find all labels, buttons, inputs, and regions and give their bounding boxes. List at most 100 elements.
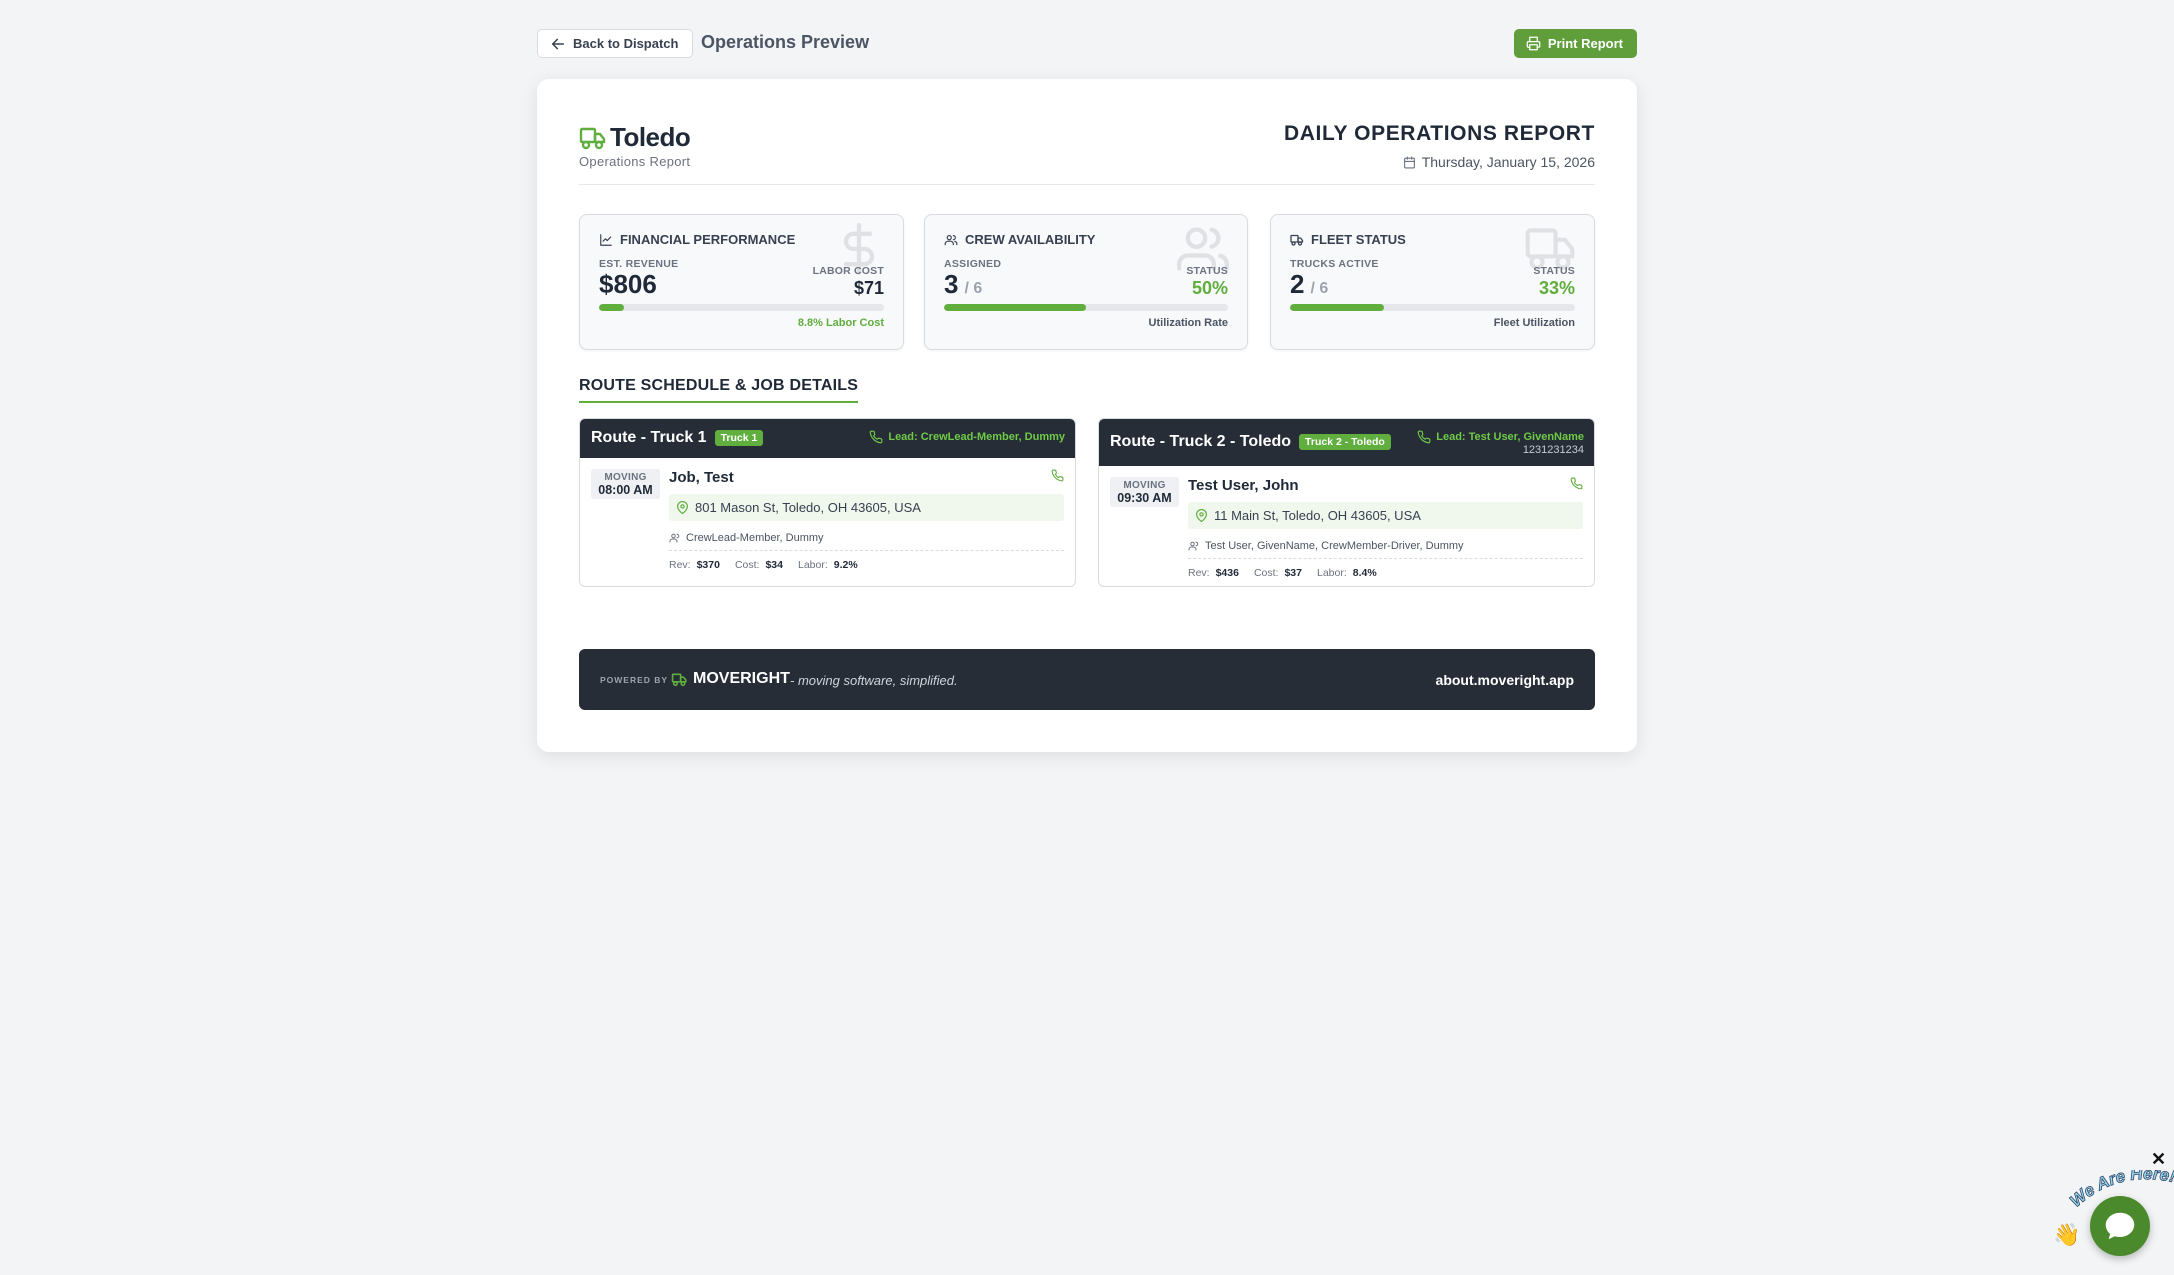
fleet-utilization-footer: Fleet Utilization	[1493, 317, 1575, 329]
cost-label: Cost:	[1253, 567, 1279, 579]
back-to-dispatch-label: Back to Dispatch	[573, 36, 679, 51]
route-header: Route - Truck 2 - Toledo Truck 2 - Toled…	[1099, 419, 1594, 466]
job-crew: Test User, GivenName, CrewMember-Driver,…	[1188, 540, 1464, 552]
route-lead-label: Lead: CrewLead-Member, Dummy	[888, 431, 1065, 443]
route-title-row: Route - Truck 2 - Toledo Truck 2 - Toled…	[1110, 433, 1391, 451]
truck-logo-icon	[671, 673, 687, 686]
job-crew: CrewLead-Member, Dummy	[669, 532, 824, 544]
waving-hand-icon: 👋	[2053, 1222, 2081, 1247]
trucks-total: / 6	[1310, 280, 1329, 297]
route-lead-phone[interactable]: 1231231234	[1523, 444, 1584, 456]
header-divider	[579, 184, 1595, 185]
assigned-value: 3	[944, 269, 959, 299]
job-customer-name: Job, Test	[669, 469, 734, 486]
phone-icon	[1417, 430, 1431, 444]
labor-value: 8.4%	[1352, 567, 1377, 579]
phone-icon[interactable]	[1570, 477, 1583, 490]
labor-label: Labor:	[798, 559, 828, 571]
back-to-dispatch-button[interactable]: Back to Dispatch	[537, 29, 694, 58]
route-lead[interactable]: Lead: CrewLead-Member, Dummy	[869, 430, 1065, 444]
fleet-utilization-bar	[1290, 304, 1575, 311]
job-time-box: MOVING 09:30 AM	[1110, 477, 1179, 507]
job-type: MOVING	[604, 472, 647, 483]
chat-close-button[interactable]: ✕	[2151, 1149, 2166, 1170]
report-footer: POWERED BY MOVERIGHT - moving software, …	[579, 649, 1595, 710]
job-financials: Rev: $436 Cost: $37 Labor: 8.4%	[1188, 567, 1386, 579]
labor-cost-label: LABOR COST	[812, 265, 884, 277]
cost-value: $37	[1284, 567, 1302, 579]
rev-label: Rev:	[669, 559, 691, 571]
report-date-row: Thursday, January 15, 2026	[1284, 154, 1595, 170]
est-revenue-value: $806	[599, 269, 657, 299]
labor-cost-value: $71	[853, 278, 884, 298]
trucks-active-value: 2	[1290, 269, 1305, 299]
labor-label: Labor:	[1317, 567, 1347, 579]
labor-cost-footer: 8.8% Labor Cost	[797, 317, 884, 329]
fleet-status-card: FLEET STATUS TRUCKS ACTIVE 2/ 6 STATUS 3…	[1270, 214, 1595, 350]
labor-value: 9.2%	[833, 559, 858, 571]
crew-status-label: STATUS	[1186, 265, 1228, 277]
report-date: Thursday, January 15, 2026	[1421, 154, 1595, 170]
powered-by-label: POWERED BY	[600, 675, 669, 685]
top-bar: Back to Dispatch Operations Preview Prin…	[537, 29, 1637, 58]
route-title: Route - Truck 1	[591, 429, 707, 446]
phone-icon[interactable]	[1051, 469, 1064, 482]
chat-bubble-icon	[2105, 1212, 2135, 1240]
fleet-status-label: STATUS	[1533, 265, 1575, 277]
truck-badge: Truck 2 - Toledo	[1299, 434, 1391, 450]
job-address[interactable]: 11 Main St, Toledo, OH 43605, USA	[1188, 502, 1583, 529]
route-title: Route - Truck 2 - Toledo	[1110, 433, 1292, 450]
job-address[interactable]: 801 Mason St, Toledo, OH 43605, USA	[669, 494, 1064, 521]
financial-title: FINANCIAL PERFORMANCE	[620, 232, 796, 247]
financial-performance-card: FINANCIAL PERFORMANCE EST. REVENUE $806 …	[579, 214, 904, 350]
rev-value: $370	[696, 559, 720, 571]
print-report-label: Print Report	[1547, 36, 1623, 51]
assigned-value-row: 3 / 6	[944, 269, 982, 300]
footer-tagline: - moving software, simplified.	[790, 673, 958, 688]
truck-badge: Truck 1	[714, 430, 764, 446]
crew-utilization-footer: Utilization Rate	[1148, 317, 1228, 329]
job-crew-text: CrewLead-Member, Dummy	[686, 532, 824, 544]
arrow-left-icon	[551, 38, 565, 49]
route-card-truck-2: Route - Truck 2 - Toledo Truck 2 - Toled…	[1098, 418, 1595, 587]
job-address-text: 801 Mason St, Toledo, OH 43605, USA	[695, 500, 921, 515]
fleet-utilization-bar-fill	[1290, 304, 1385, 311]
crew-availability-card: CREW AVAILABILITY ASSIGNED 3/ 6 STATUS 5…	[924, 214, 1248, 350]
job-type: MOVING	[1123, 480, 1166, 491]
footer-brand: MOVERIGHT	[671, 670, 790, 688]
report-title: DAILY OPERATIONS REPORT	[1284, 122, 1595, 145]
cost-label: Cost:	[734, 559, 760, 571]
crew-utilization-bar-fill	[944, 304, 1086, 311]
job-separator	[1188, 558, 1583, 559]
job-address-text: 11 Main St, Toledo, OH 43605, USA	[1214, 508, 1421, 523]
crew-title-row: CREW AVAILABILITY	[944, 232, 1095, 247]
users-icon	[669, 533, 680, 543]
brand-name: Toledo	[610, 122, 691, 152]
route-schedule-title: ROUTE SCHEDULE & JOB DETAILS	[579, 377, 859, 403]
map-pin-icon	[1196, 509, 1207, 522]
job-separator	[669, 550, 1064, 551]
job-customer-name: Test User, John	[1188, 477, 1299, 494]
assigned-total: / 6	[964, 280, 983, 297]
chat-open-button[interactable]	[2090, 1196, 2150, 1256]
rev-value: $436	[1215, 567, 1239, 579]
fleet-title-row: FLEET STATUS	[1290, 232, 1406, 247]
rev-label: Rev:	[1188, 567, 1210, 579]
brand-block: Toledo Operations Report	[579, 122, 691, 169]
footer-brand-name: MOVERIGHT	[693, 670, 790, 687]
crew-title: CREW AVAILABILITY	[965, 232, 1096, 247]
brand-subtitle: Operations Report	[579, 154, 691, 169]
report-card: Toledo Operations Report DAILY OPERATION…	[537, 79, 1637, 752]
job-financials: Rev: $370 Cost: $34 Labor: 9.2%	[669, 559, 867, 571]
truck-icon	[579, 127, 606, 149]
crew-utilization-bar	[944, 304, 1228, 311]
footer-url[interactable]: about.moveright.app	[1436, 672, 1574, 688]
print-report-button[interactable]: Print Report	[1513, 29, 1637, 58]
route-card-truck-1: Route - Truck 1 Truck 1 Lead: CrewLead-M…	[579, 418, 1076, 587]
page-title: Operations Preview	[701, 32, 870, 52]
users-icon	[1188, 541, 1199, 551]
route-lead[interactable]: Lead: Test User, GivenName	[1417, 430, 1584, 444]
printer-icon	[1526, 36, 1541, 51]
map-pin-icon	[677, 501, 688, 514]
truck-small-icon	[1290, 234, 1304, 246]
